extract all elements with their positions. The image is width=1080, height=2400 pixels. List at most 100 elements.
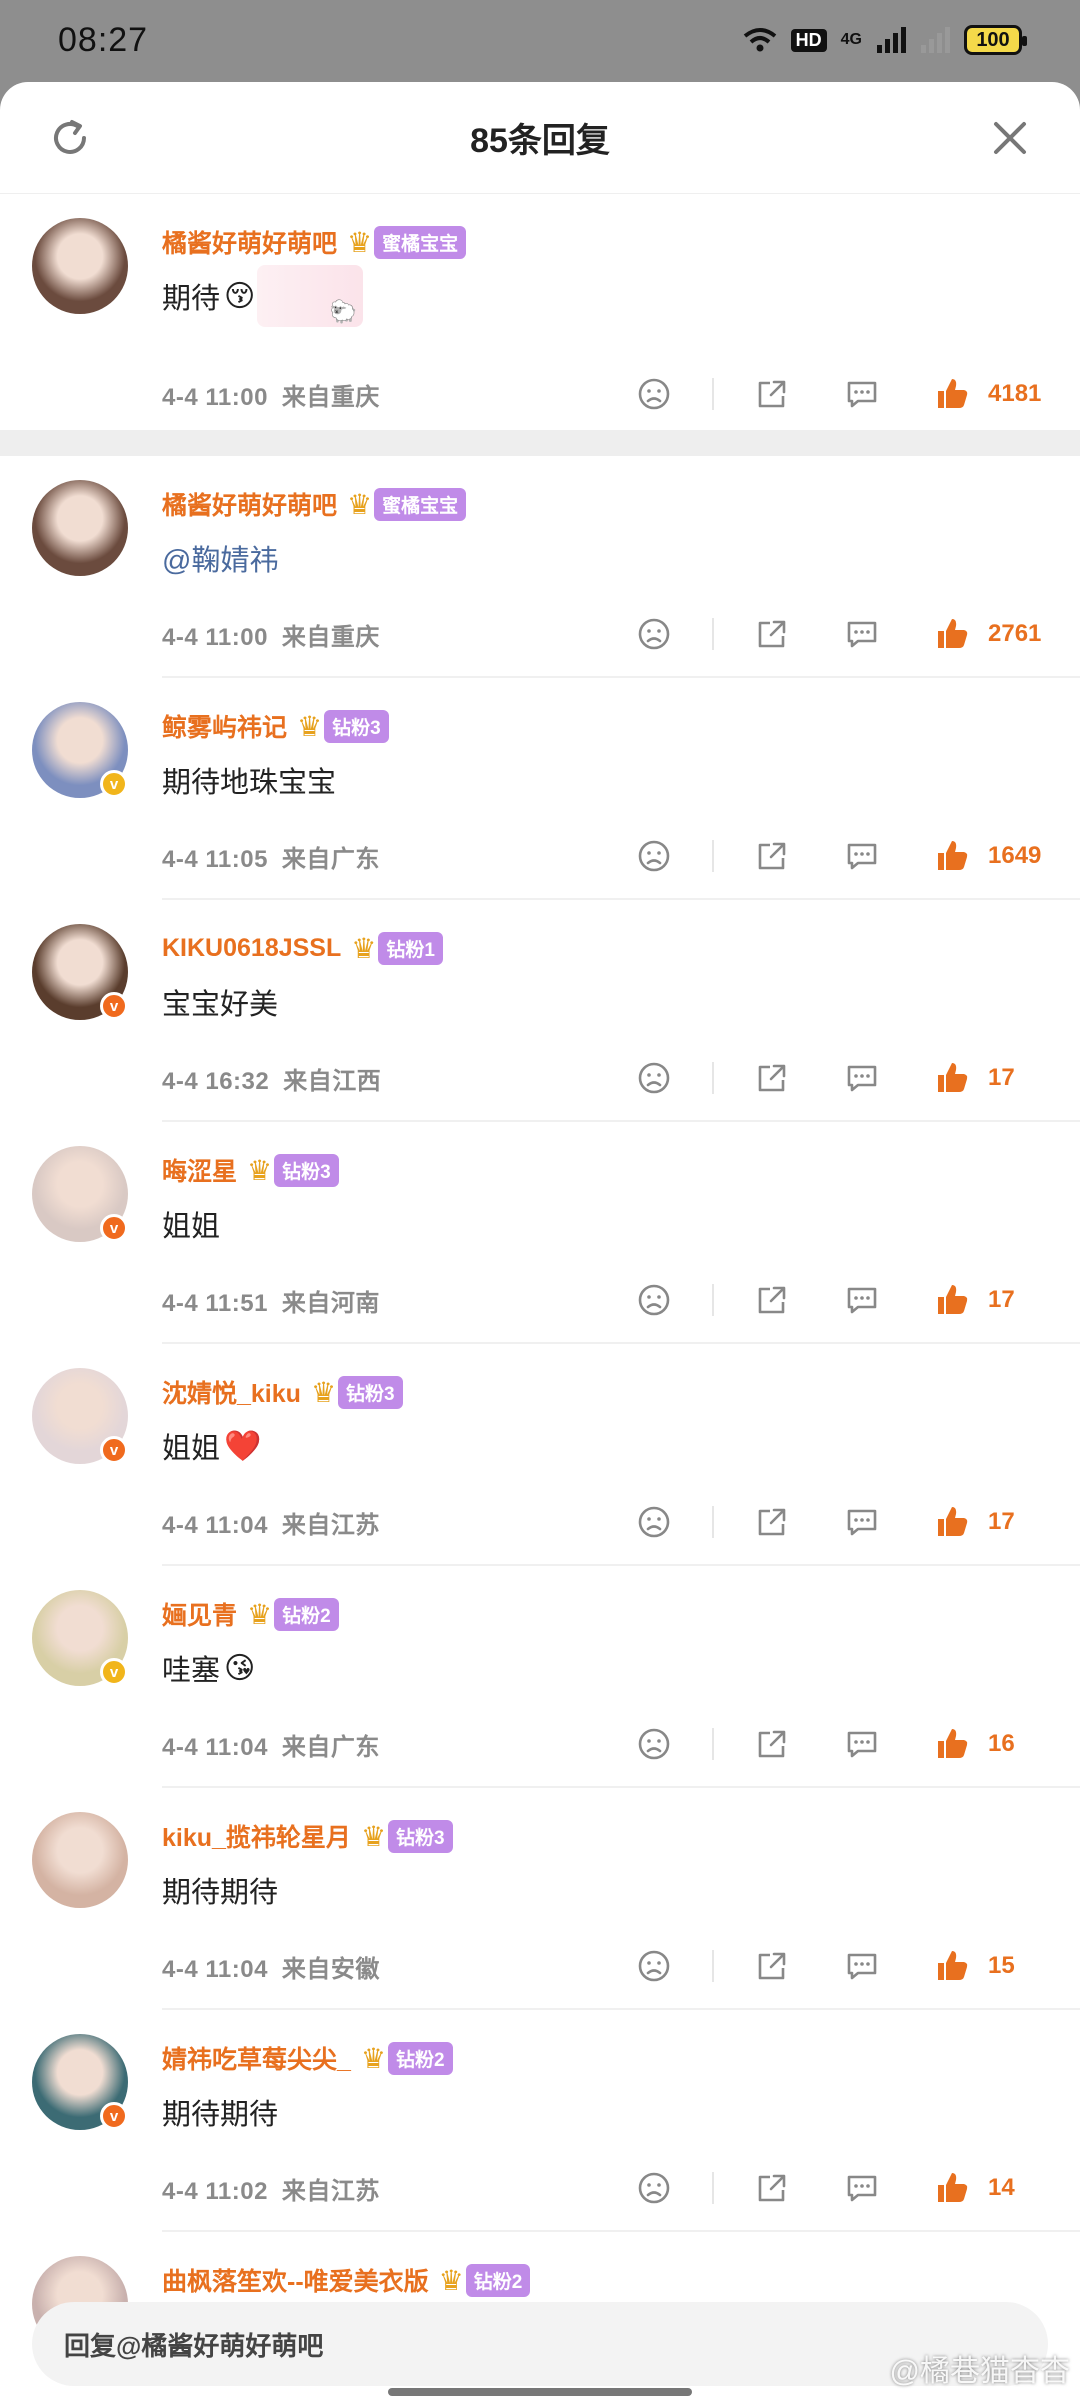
sticker-image[interactable] [257, 265, 364, 327]
share-button[interactable] [752, 614, 792, 654]
name-row: 婧祎吃草莓尖尖_ ♛ 钻粉2 [162, 2040, 1080, 2076]
username[interactable]: 橘酱好萌好萌吧 [162, 224, 337, 260]
refresh-button[interactable] [40, 108, 100, 168]
meta-row: 4-4 11:04 来自广东 16 [162, 1724, 1050, 1764]
comment-actions: 1649 [634, 836, 1050, 876]
watermark: @橘巷猫杳杳 [889, 2355, 1070, 2388]
dislike-button[interactable] [634, 1280, 674, 1320]
comment-time: 11:00 [205, 383, 268, 411]
comment-icon [847, 843, 877, 870]
dislike-button[interactable] [634, 1946, 674, 1986]
comment-date: 4-4 [162, 1289, 199, 1317]
meta-row: 4-4 11:02 来自江苏 14 [162, 2168, 1050, 2208]
close-button[interactable] [980, 108, 1040, 168]
username[interactable]: 婧祎吃草莓尖尖_ [162, 2040, 351, 2076]
share-button[interactable] [752, 1724, 792, 1764]
avatar[interactable]: v [32, 1590, 128, 1686]
like-button[interactable] [932, 1058, 972, 1098]
username[interactable]: 婳见青 [162, 1596, 237, 1632]
comment-time: 11:02 [205, 2177, 268, 2205]
name-row: 晦涩星 ♛ 钻粉3 [162, 1152, 1080, 1188]
dislike-button[interactable] [634, 614, 674, 654]
share-button[interactable] [752, 1502, 792, 1542]
comment-button[interactable] [842, 1724, 882, 1764]
share-button[interactable] [752, 2168, 792, 2208]
dislike-button[interactable] [634, 1724, 674, 1764]
home-indicator[interactable] [388, 2388, 692, 2396]
dislike-icon [638, 618, 670, 650]
meta-row: 4-4 11:51 来自河南 17 [162, 1280, 1050, 1320]
share-button[interactable] [752, 836, 792, 876]
like-button[interactable] [932, 374, 972, 414]
comment-location: 来自广东 [281, 845, 380, 873]
avatar[interactable]: v [32, 924, 128, 1020]
avatar[interactable]: v [32, 1368, 128, 1464]
comment-button[interactable] [842, 1946, 882, 1986]
share-icon [758, 380, 786, 408]
comment-actions: 17 [634, 1502, 1050, 1542]
comment-actions: 14 [634, 2168, 1050, 2208]
comment-button[interactable] [842, 374, 882, 414]
like-button[interactable] [932, 1280, 972, 1320]
username[interactable]: 曲枫落笙欢--唯爱美衣版 [162, 2262, 429, 2298]
dislike-button[interactable] [634, 1058, 674, 1098]
username[interactable]: 晦涩星 [162, 1152, 237, 1188]
dislike-button[interactable] [634, 1502, 674, 1542]
verified-badge-icon: v [100, 1658, 128, 1686]
like-button[interactable] [932, 614, 972, 654]
comment-icon [847, 1509, 877, 1536]
like-button[interactable] [932, 836, 972, 876]
crown-icon: ♛ [360, 2042, 387, 2074]
comment-date: 4-4 [162, 845, 199, 873]
username[interactable]: KIKU0618JSSL [162, 934, 341, 963]
verified-badge-icon: v [100, 770, 128, 798]
comment-button[interactable] [842, 1502, 882, 1542]
comment-body: 婳见青 ♛ 钻粉2 哇塞 😘 4-4 11:04 来自广东 16 [162, 1566, 1080, 1788]
dislike-button[interactable] [634, 2168, 674, 2208]
like-button[interactable] [932, 1502, 972, 1542]
comment-body: 橘酱好萌好萌吧 ♛ 蜜橘宝宝 期待😚 4-4 11:00 来自重庆 [162, 194, 1080, 430]
avatar[interactable] [32, 1812, 128, 1908]
username[interactable]: 沈婧悦_kiku [162, 1374, 301, 1410]
share-button[interactable] [752, 1280, 792, 1320]
comment-text: 姐姐 [162, 1204, 1080, 1244]
like-button[interactable] [932, 1724, 972, 1764]
username[interactable]: kiku_揽祎轮星月 [162, 1818, 351, 1854]
like-button[interactable] [932, 1946, 972, 1986]
avatar[interactable]: v [32, 702, 128, 798]
action-separator [712, 1062, 714, 1094]
like-icon [938, 619, 968, 648]
comment-text: 期待 😚 [162, 265, 1080, 327]
meta-row: 4-4 11:04 来自安徽 15 [162, 1946, 1050, 1986]
fan-badge: 钻粉2 [274, 1597, 339, 1631]
dislike-icon [638, 1062, 670, 1094]
name-row: 沈婧悦_kiku ♛ 钻粉3 [162, 1374, 1080, 1410]
comment-button[interactable] [842, 2168, 882, 2208]
avatar[interactable] [32, 480, 128, 576]
comment-button[interactable] [842, 836, 882, 876]
comment-button[interactable] [842, 1280, 882, 1320]
share-button[interactable] [752, 374, 792, 414]
like-count: 2761 [988, 620, 1042, 647]
like-icon [938, 1951, 968, 1980]
comment-actions: 4181 [634, 374, 1050, 414]
avatar[interactable]: v [32, 2034, 128, 2130]
comment-button[interactable] [842, 614, 882, 654]
share-button[interactable] [752, 1058, 792, 1098]
crown-icon: ♛ [247, 1598, 273, 1630]
share-button[interactable] [752, 1946, 792, 1986]
like-button[interactable] [932, 2168, 972, 2208]
username[interactable]: 橘酱好萌好萌吧 [162, 486, 337, 522]
status-bar: 08:27 HD 4G 100 [0, 0, 1080, 80]
dislike-button[interactable] [634, 374, 674, 414]
comment-button[interactable] [842, 1058, 882, 1098]
like-count: 17 [988, 1064, 1015, 1091]
fan-badge: 钻粉3 [324, 709, 389, 743]
comment-item: v 晦涩星 ♛ 钻粉3 姐姐 4-4 11:51 来自河南 17 [0, 1122, 1080, 1344]
like-count: 17 [988, 1286, 1015, 1313]
dislike-button[interactable] [634, 836, 674, 876]
avatar[interactable]: v [32, 1146, 128, 1242]
username[interactable]: 鲸雾屿祎记 [162, 708, 287, 744]
comment-location: 来自河南 [281, 1289, 380, 1317]
avatar[interactable] [32, 218, 128, 314]
